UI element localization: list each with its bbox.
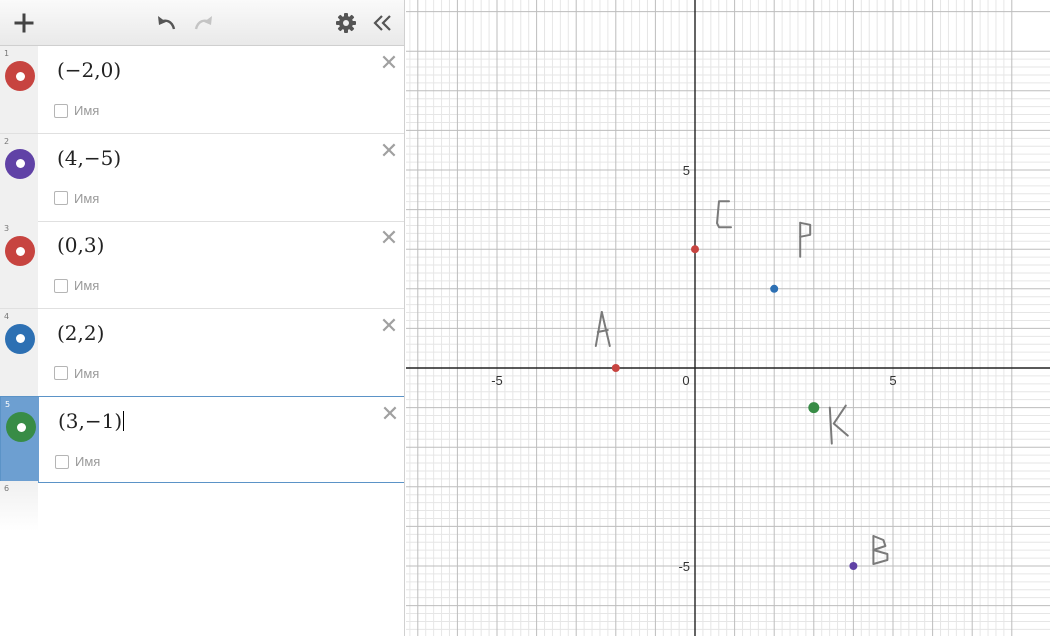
- y-tick-label: 5: [683, 163, 690, 178]
- expression-row[interactable]: 3 (0,3) ✕ Имя: [0, 221, 404, 309]
- undo-icon: [158, 16, 176, 30]
- x-tick-label: -5: [491, 373, 503, 388]
- dot-center: [15, 71, 25, 81]
- expression-latex: (4,−5): [57, 145, 122, 170]
- data-point: [691, 245, 699, 254]
- undo-button[interactable]: [150, 0, 182, 46]
- label-checkbox[interactable]: [55, 454, 69, 469]
- row-number: 1: [4, 49, 10, 58]
- origin-label: 0: [682, 373, 689, 388]
- label-toggle[interactable]: Имя: [54, 103, 99, 118]
- expression-input[interactable]: (2,2): [57, 321, 104, 345]
- delete-expression-button[interactable]: ✕: [378, 403, 402, 427]
- data-point: [808, 402, 820, 414]
- label-toggle[interactable]: Имя: [54, 366, 99, 381]
- data-point: [611, 364, 620, 372]
- expression-latex: (3,−1): [58, 409, 123, 433]
- plus-icon: [14, 13, 34, 33]
- x-tick-label: 5: [889, 373, 896, 388]
- collapse-panel-button[interactable]: [366, 0, 398, 46]
- label-checkbox[interactable]: [54, 366, 68, 380]
- expression-latex: (−2,0): [57, 58, 122, 82]
- label-checkbox[interactable]: [54, 278, 68, 293]
- label-checkbox[interactable]: [54, 191, 68, 205]
- expression-list-panel: 1 (−2,0) ✕ Имя 2 (4,−5) ✕ Имя 3 (0,3) ✕ Имя 4 (2,2) ✕ И…: [0, 0, 405, 636]
- delete-expression-button[interactable]: ✕: [377, 139, 401, 164]
- graph-canvas[interactable]: -5 0 5 5 -5: [406, 0, 1050, 636]
- expression-input[interactable]: (0,3): [57, 233, 104, 257]
- expression-input[interactable]: (−2,0): [57, 58, 121, 82]
- label-text: Имя: [74, 190, 100, 206]
- expression-latex: (0,3): [57, 233, 105, 257]
- expression-input[interactable]: (3,−1): [58, 409, 125, 433]
- label-toggle[interactable]: Имя: [54, 278, 99, 293]
- row-number: 6: [4, 484, 10, 493]
- expression-row[interactable]: 2 (4,−5) ✕ Имя: [0, 133, 404, 222]
- label-toggle[interactable]: Имя: [54, 191, 99, 206]
- dot-center: [15, 159, 25, 168]
- dot-center: [15, 246, 25, 256]
- delete-expression-button[interactable]: ✕: [377, 227, 401, 251]
- double-chevron-left-icon: [373, 15, 391, 31]
- add-item-button[interactable]: [8, 0, 40, 46]
- expression-row[interactable]: 1 (−2,0) ✕ Имя: [0, 46, 404, 134]
- label-text: Имя: [74, 103, 100, 118]
- data-point: [770, 284, 779, 293]
- row-number: 4: [4, 311, 10, 321]
- color-toggle-icon[interactable]: [6, 412, 36, 442]
- y-tick-label: -5: [678, 559, 690, 574]
- label-toggle[interactable]: Имя: [55, 454, 100, 469]
- delete-expression-button[interactable]: ✕: [377, 52, 401, 76]
- label-text: Имя: [74, 278, 100, 293]
- empty-expression-row[interactable]: 6: [0, 481, 404, 531]
- handwritten-label-A: [594, 311, 603, 347]
- dot-center: [16, 422, 26, 432]
- row-number: 2: [4, 136, 10, 146]
- row-number: 3: [4, 224, 10, 233]
- graph-svg[interactable]: -5 0 5 5 -5: [406, 0, 1050, 636]
- color-toggle-icon[interactable]: [5, 61, 35, 91]
- color-toggle-icon[interactable]: [5, 323, 35, 354]
- text-caret: [123, 411, 125, 431]
- dot-center: [15, 334, 25, 343]
- color-toggle-icon[interactable]: [5, 148, 35, 179]
- label-text: Имя: [75, 454, 101, 469]
- label-text: Имя: [74, 365, 100, 381]
- color-toggle-icon[interactable]: [5, 236, 35, 266]
- label-checkbox[interactable]: [54, 103, 68, 118]
- redo-button[interactable]: [188, 0, 220, 46]
- expression-row[interactable]: 5 (3,−1) ✕ Имя: [0, 396, 404, 483]
- data-point: [849, 562, 858, 570]
- expression-row[interactable]: 4 (2,2) ✕ Имя: [0, 308, 404, 397]
- redo-icon: [194, 16, 212, 30]
- row-number: 5: [5, 400, 11, 409]
- handwritten-label-B: [872, 535, 887, 551]
- expression-latex: (2,2): [57, 320, 105, 345]
- expression-toolbar: [0, 0, 404, 46]
- settings-button[interactable]: [330, 0, 362, 46]
- handwritten-label-A: [600, 311, 611, 347]
- handwritten-label-P: [799, 221, 812, 238]
- gear-icon: [336, 13, 356, 33]
- delete-expression-button[interactable]: ✕: [377, 314, 401, 339]
- expression-input[interactable]: (4,−5): [57, 146, 121, 170]
